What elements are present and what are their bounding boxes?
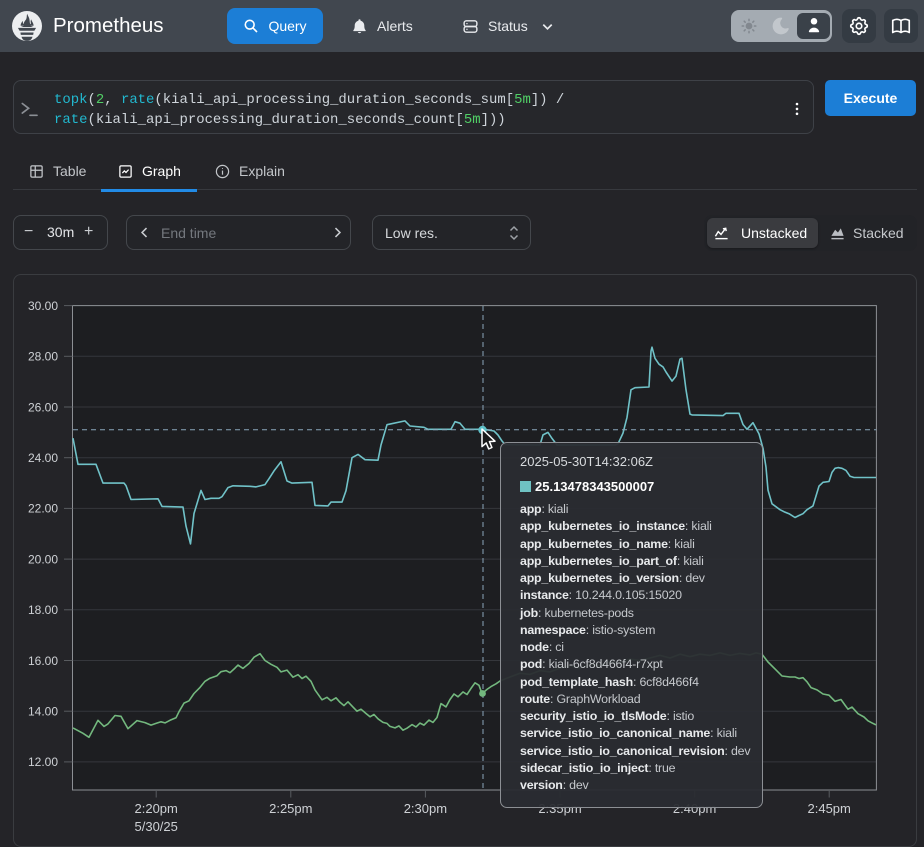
svg-text:2:25pm: 2:25pm [269, 801, 312, 816]
svg-text:22.00: 22.00 [28, 502, 58, 516]
svg-text:18.00: 18.00 [28, 603, 58, 617]
svg-text:30.00: 30.00 [28, 299, 58, 313]
svg-text:2:45pm: 2:45pm [808, 801, 851, 816]
svg-text:14.00: 14.00 [28, 705, 58, 719]
svg-text:2:30pm: 2:30pm [404, 801, 447, 816]
svg-text:26.00: 26.00 [28, 400, 58, 414]
svg-text:5/30/25: 5/30/25 [135, 819, 178, 834]
svg-text:24.00: 24.00 [28, 451, 58, 465]
svg-text:2:20pm: 2:20pm [135, 801, 178, 816]
svg-text:28.00: 28.00 [28, 350, 58, 364]
svg-text:20.00: 20.00 [28, 552, 58, 566]
svg-text:16.00: 16.00 [28, 654, 58, 668]
svg-text:12.00: 12.00 [28, 755, 58, 769]
